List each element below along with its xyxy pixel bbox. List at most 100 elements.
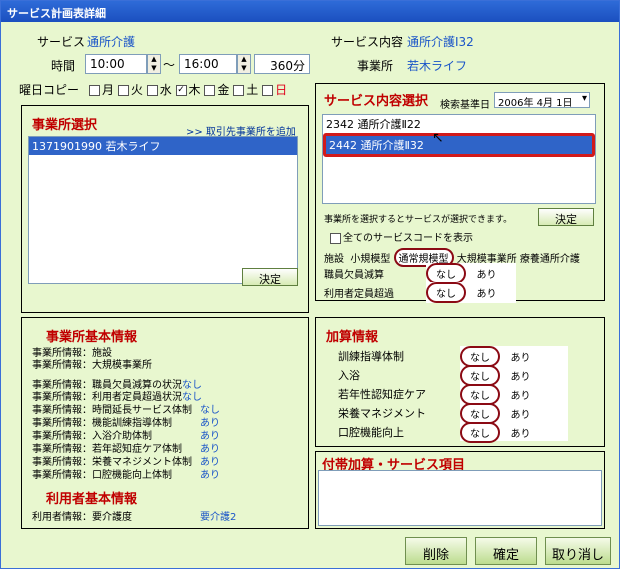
service-decide-button[interactable]: 決定 xyxy=(538,208,594,226)
weekday-label: 火 xyxy=(130,83,143,97)
weekday-tue[interactable]: 火 xyxy=(117,83,143,97)
office-info-title: 事業所基本情報 xyxy=(46,330,138,345)
weekday-sun[interactable]: 日 xyxy=(262,83,287,97)
extra-panel: 付帯加算・サービス項目 xyxy=(315,451,605,529)
none-option-selected[interactable]: なし xyxy=(460,384,500,405)
yes-option[interactable]: あり xyxy=(511,410,531,421)
none-option-selected[interactable]: なし xyxy=(426,282,466,303)
none-option-selected[interactable]: なし xyxy=(460,403,500,424)
office-info-panel: 事業所基本情報 事業所情報：施設 事業所情報：大規模事業所 事業所情報：職員欠員… xyxy=(21,317,309,529)
checkbox-icon[interactable] xyxy=(204,85,216,96)
yes-option[interactable]: あり xyxy=(477,289,497,300)
weekday-label: 水 xyxy=(159,83,172,97)
yes-option[interactable]: あり xyxy=(477,270,497,281)
staff-shortage-label: 職員欠員減算 xyxy=(324,270,384,281)
none-option-selected[interactable]: なし xyxy=(460,365,500,386)
delete-button[interactable]: 削除 xyxy=(405,537,467,565)
capacity-over-label: 利用者定員超過 xyxy=(324,289,394,300)
weekday-label: 月 xyxy=(102,83,115,97)
facility-option[interactable]: 療養通所介護 xyxy=(520,254,580,265)
checked-checkbox-icon[interactable]: ✓ xyxy=(175,85,187,96)
yes-option[interactable]: あり xyxy=(511,391,531,402)
weekday-thu[interactable]: ✓ 木 xyxy=(175,83,201,97)
search-date-select[interactable]: 2006年 4月 1日 ▾ xyxy=(494,92,590,109)
cursor-icon: ↖ xyxy=(432,130,444,146)
date-label: 検索基準日 xyxy=(440,100,490,111)
addition-label: 若年性認知症ケア xyxy=(338,388,426,401)
date-value: 2006年 4月 1日 xyxy=(498,98,573,109)
user-info-row: 利用者情報：要介護度 xyxy=(32,512,132,523)
none-option-selected[interactable]: なし xyxy=(426,263,466,284)
weekday-mon[interactable]: 月 xyxy=(89,83,114,97)
addition-label: 入浴 xyxy=(338,369,360,382)
weekday-copy-label: 曜日コピー xyxy=(19,83,80,97)
office-decide-button[interactable]: 決定 xyxy=(242,268,298,286)
weekday-fri[interactable]: 金 xyxy=(204,83,229,97)
service-value: 通所介護 xyxy=(87,35,136,49)
capacity-over-toggle: なし あり xyxy=(426,282,516,303)
chevron-down-icon[interactable]: ▾ xyxy=(582,93,587,104)
checkbox-icon[interactable] xyxy=(146,85,158,96)
weekday-label: 金 xyxy=(217,83,230,97)
addition-label: 訓練指導体制 xyxy=(338,350,404,363)
office-label: 事業所 xyxy=(357,59,394,73)
service-plan-window: サービス計画表詳細 サービス 通所介護 サービス内容 通所介護Ⅰ32 時間 10… xyxy=(0,0,620,569)
confirm-button[interactable]: 確定 xyxy=(475,537,537,565)
show-all-codes[interactable]: 全てのサービスコードを表示 xyxy=(330,229,473,244)
addition-toggles: なし あり なし あり なし あり なし あり なし あり xyxy=(460,346,568,443)
addition-title: 加算情報 xyxy=(326,330,379,345)
staff-shortage-toggle: なし あり xyxy=(426,263,516,284)
weekday-label: 土 xyxy=(246,83,259,97)
end-time-input[interactable]: 16:00 xyxy=(179,54,237,74)
yes-option[interactable]: あり xyxy=(511,353,531,364)
weekday-wed[interactable]: 水 xyxy=(146,83,172,97)
service-label: サービス xyxy=(37,35,86,49)
user-info-title: 利用者基本情報 xyxy=(46,492,138,507)
addition-rows: 訓練指導体制 入浴 若年性認知症ケア 栄養マネジメント 口腔機能向上 なし あり… xyxy=(338,346,588,443)
list-item[interactable]: 2342 通所介護Ⅱ22 xyxy=(323,115,595,133)
list-item[interactable]: 1371901990 若木ライフ xyxy=(29,137,297,155)
yes-option[interactable]: あり xyxy=(511,429,531,440)
time-separator: ～ xyxy=(163,58,176,72)
addition-label: 栄養マネジメント xyxy=(338,407,426,420)
weekday-label: 日 xyxy=(275,83,288,97)
end-time-spinner[interactable]: ▲ ▼ xyxy=(237,54,251,74)
yes-option[interactable]: あり xyxy=(511,372,531,383)
addition-label: 口腔機能向上 xyxy=(338,426,404,439)
service-hint: 事業所を選択するとサービスが選択できます。 xyxy=(324,215,513,225)
weekday-checkboxes: 月 火 水 ✓ 木 金 土 日 xyxy=(89,81,287,98)
none-option-selected[interactable]: なし xyxy=(460,346,500,367)
content-label: サービス内容 xyxy=(331,35,404,49)
weekday-sat[interactable]: 土 xyxy=(233,83,258,97)
office-select-panel: 事業所選択 >> 取引先事業所を追加 1371901990 若木ライフ 決定 xyxy=(21,105,309,313)
window-title: サービス計画表詳細 xyxy=(1,1,619,22)
facility-label: 施設 xyxy=(324,254,344,265)
checkbox-icon[interactable] xyxy=(330,232,341,244)
extra-list[interactable] xyxy=(318,470,602,526)
service-select-title: サービス内容選択 xyxy=(324,94,429,109)
content-value: 通所介護Ⅰ32 xyxy=(407,35,474,49)
office-value: 若木ライフ xyxy=(407,59,468,73)
checkbox-icon[interactable] xyxy=(89,85,100,96)
none-option-selected[interactable]: なし xyxy=(460,422,500,443)
office-select-title: 事業所選択 xyxy=(32,118,98,133)
office-list[interactable]: 1371901990 若木ライフ xyxy=(28,136,298,284)
info-row: 事業所情報：大規模事業所 xyxy=(32,360,152,371)
checkbox-icon[interactable] xyxy=(262,85,274,96)
checkbox-icon[interactable] xyxy=(233,85,245,96)
cancel-button[interactable]: 取り消し xyxy=(545,537,611,565)
service-select-panel: サービス内容選択 検索基準日 2006年 4月 1日 ▾ 2342 通所介護Ⅱ22… xyxy=(315,83,605,303)
facility-option[interactable]: 小規模型 xyxy=(350,254,390,265)
weekday-label: 木 xyxy=(188,83,201,97)
info-value: あり xyxy=(200,470,220,481)
duration-field: 360分 xyxy=(254,54,310,74)
list-item-selected[interactable]: 2442 通所介護Ⅱ32 xyxy=(323,133,595,157)
service-list[interactable]: 2342 通所介護Ⅱ22 2442 通所介護Ⅱ32 xyxy=(322,114,596,204)
checkbox-icon[interactable] xyxy=(117,85,129,96)
show-all-label: 全てのサービスコードを表示 xyxy=(343,233,473,244)
addition-panel: 加算情報 訓練指導体制 入浴 若年性認知症ケア 栄養マネジメント 口腔機能向上 … xyxy=(315,317,605,447)
start-time-spinner[interactable]: ▲ ▼ xyxy=(147,54,161,74)
start-time-input[interactable]: 10:00 xyxy=(85,54,147,74)
user-info-value: 要介護2 xyxy=(200,512,237,523)
info-row: 事業所情報：口腔機能向上体制 xyxy=(32,470,172,481)
